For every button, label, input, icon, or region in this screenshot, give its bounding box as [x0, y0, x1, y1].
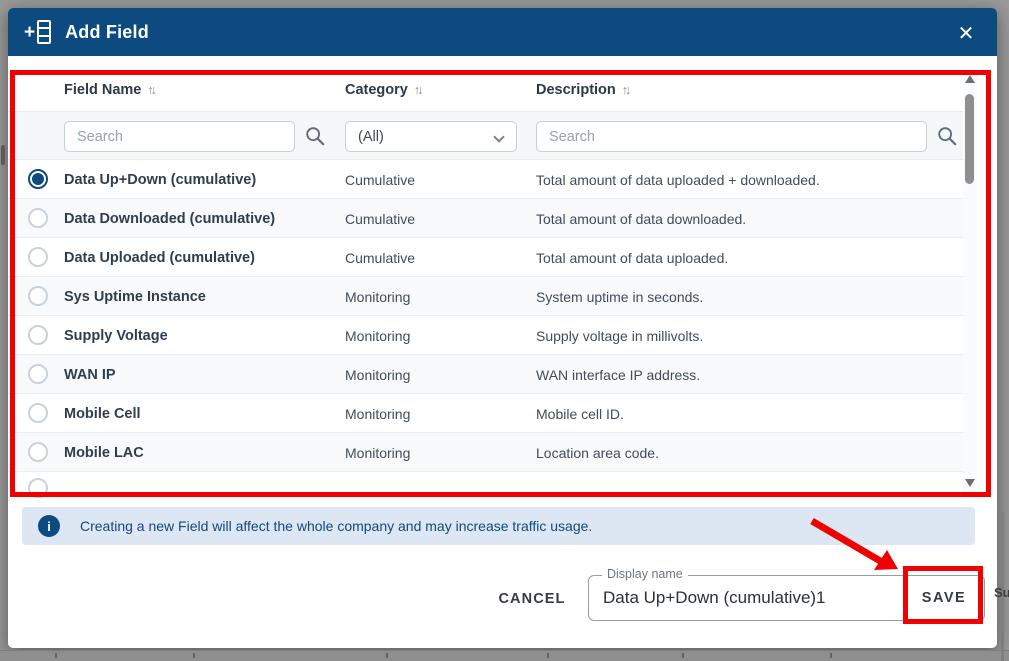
description-cell: Mobile cell ID.: [536, 394, 624, 433]
scrollbar-thumb[interactable]: [965, 94, 974, 184]
search-icon[interactable]: [304, 125, 326, 147]
description-cell: WAN interface IP address.: [536, 355, 700, 394]
field-name-cell: Sys Uptime Instance: [64, 277, 206, 316]
category-cell: Cumulative: [345, 160, 415, 199]
table-row[interactable]: Supply Voltage Monitoring Supply voltage…: [8, 316, 963, 355]
column-header-category[interactable]: Category ↑↓: [345, 82, 420, 98]
field-name-cell: WAN IP: [64, 355, 116, 394]
category-dropdown[interactable]: (All): [345, 121, 517, 152]
scroll-up-arrow-icon[interactable]: [965, 75, 975, 83]
display-name-field[interactable]: Display name Data Up+Down (cumulative)1 …: [588, 575, 985, 621]
background-clipped-text: Su: [994, 585, 1009, 600]
category-cell: Monitoring: [345, 433, 410, 472]
table-header-row: Field Name ↑↓ Category ↑↓ Description ↑↓: [8, 70, 963, 112]
field-name-cell: Data Uploaded (cumulative): [64, 238, 255, 277]
description-cell: Total amount of data uploaded.: [536, 238, 728, 277]
description-cell: Total amount of data uploaded + download…: [536, 160, 820, 199]
category-cell: Monitoring: [345, 316, 410, 355]
background-edge-strip: [0, 650, 1009, 661]
dialog-header: + Add Field ✕: [8, 8, 997, 56]
background-tick: [547, 653, 549, 658]
table-scrollbar[interactable]: [963, 70, 977, 492]
table-icon: [37, 20, 51, 44]
description-search-input[interactable]: [536, 121, 927, 152]
table-row[interactable]: [8, 472, 963, 498]
add-field-icon: +: [24, 20, 51, 44]
scroll-down-arrow-icon[interactable]: [965, 479, 975, 487]
table-row[interactable]: Mobile Cell Monitoring Mobile cell ID.: [8, 394, 963, 433]
radio-button[interactable]: [28, 247, 48, 267]
background-tick: [386, 653, 388, 658]
search-icon[interactable]: [936, 125, 958, 147]
field-name-cell: Mobile Cell: [64, 394, 141, 433]
table-row[interactable]: WAN IP Monitoring WAN interface IP addre…: [8, 355, 963, 394]
background-tick: [193, 653, 195, 658]
background-fragment: [1, 145, 5, 165]
info-banner-text: Creating a new Field will affect the who…: [80, 518, 592, 534]
radio-button[interactable]: [28, 286, 48, 306]
cancel-button[interactable]: CANCEL: [492, 585, 572, 613]
radio-button[interactable]: [28, 442, 48, 462]
info-icon: i: [38, 515, 60, 537]
column-header-field-name[interactable]: Field Name ↑↓: [64, 82, 154, 98]
category-cell: Monitoring: [345, 355, 410, 394]
radio-button[interactable]: [28, 325, 48, 345]
category-cell: Cumulative: [345, 199, 415, 238]
radio-button[interactable]: [28, 364, 48, 384]
background-tick: [55, 653, 57, 658]
category-cell: Monitoring: [345, 394, 410, 433]
field-name-cell: Supply Voltage: [64, 316, 168, 355]
category-cell: Monitoring: [345, 277, 410, 316]
description-cell: Total amount of data downloaded.: [536, 199, 746, 238]
save-button[interactable]: SAVE: [909, 583, 979, 613]
display-name-value[interactable]: Data Up+Down (cumulative)1: [603, 576, 826, 620]
field-name-cell: Data Downloaded (cumulative): [64, 199, 275, 238]
table-row[interactable]: Data Uploaded (cumulative) Cumulative To…: [8, 238, 963, 277]
screen: + Add Field ✕ Field Name ↑↓ Category ↑↓ …: [0, 0, 1009, 661]
table-row[interactable]: Data Up+Down (cumulative) Cumulative Tot…: [8, 160, 963, 199]
field-name-cell: Mobile LAC: [64, 433, 144, 472]
sort-icon[interactable]: ↑↓: [622, 83, 629, 97]
filter-row: (All): [8, 112, 963, 160]
background-tick: [830, 653, 832, 658]
description-cell: System uptime in seconds.: [536, 277, 703, 316]
field-name-search-input[interactable]: [64, 121, 295, 152]
table-row[interactable]: Sys Uptime Instance Monitoring System up…: [8, 277, 963, 316]
field-name-cell: Data Up+Down (cumulative): [64, 160, 256, 199]
add-field-dialog: + Add Field ✕ Field Name ↑↓ Category ↑↓ …: [8, 8, 997, 648]
sort-icon[interactable]: ↑↓: [414, 83, 421, 97]
dialog-title: Add Field: [65, 22, 149, 43]
radio-button[interactable]: [28, 478, 48, 498]
table-row[interactable]: Mobile LAC Monitoring Location area code…: [8, 433, 963, 472]
table-row[interactable]: Data Downloaded (cumulative) Cumulative …: [8, 199, 963, 238]
description-cell: Location area code.: [536, 433, 659, 472]
close-icon[interactable]: ✕: [953, 20, 979, 46]
plus-icon: +: [24, 23, 35, 42]
chevron-down-icon: [493, 131, 504, 142]
info-banner: i Creating a new Field will affect the w…: [22, 507, 975, 545]
radio-button[interactable]: [28, 208, 48, 228]
description-cell: Supply voltage in millivolts.: [536, 316, 703, 355]
table-rows: Data Up+Down (cumulative) Cumulative Tot…: [8, 160, 963, 498]
category-cell: Cumulative: [345, 238, 415, 277]
background-tick: [682, 653, 684, 658]
radio-button[interactable]: [28, 403, 48, 423]
radio-button[interactable]: [28, 169, 48, 189]
sort-icon[interactable]: ↑↓: [147, 83, 154, 97]
column-header-description[interactable]: Description ↑↓: [536, 82, 628, 98]
